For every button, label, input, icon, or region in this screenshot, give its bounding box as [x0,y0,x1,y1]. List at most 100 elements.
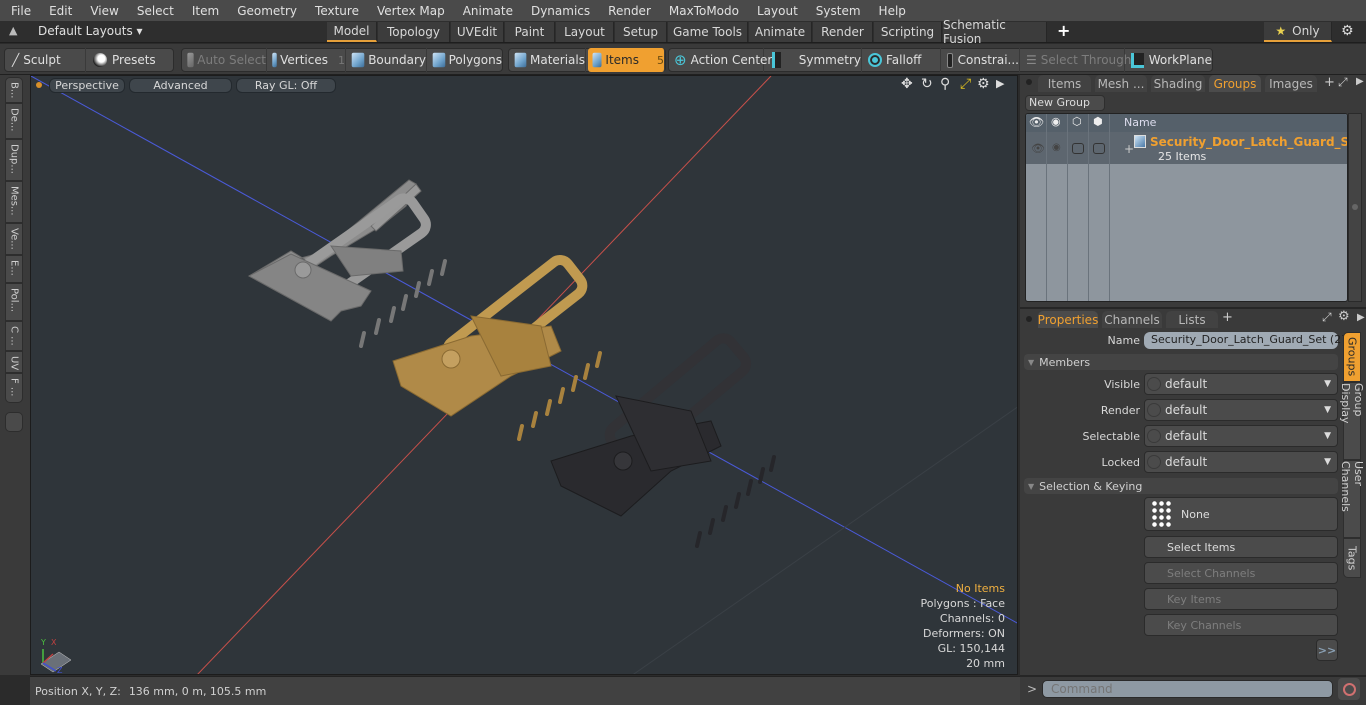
select-through-button[interactable]: ☰ Select Through [1022,48,1131,72]
render-camera-icon[interactable]: ◉ [1051,115,1061,128]
pan-icon[interactable]: ✥ [901,76,913,92]
tab-model[interactable]: Model [327,22,377,42]
none-preset-button[interactable]: None [1144,497,1338,531]
workplane-button[interactable]: WorkPlane [1126,48,1212,72]
side-tab-tags[interactable]: Tags [1343,538,1361,578]
select-cube-icon[interactable]: ⬡ [1072,115,1082,128]
menu-edit[interactable]: Edit [38,4,79,18]
left-tab-uv[interactable]: UV [5,351,23,373]
row-eye-icon[interactable]: 👁 [1031,142,1045,155]
menu-view[interactable]: View [79,4,125,18]
select-channels-button[interactable]: Select Channels [1144,562,1338,584]
tab-paint[interactable]: Paint [505,22,555,42]
add-panel-tab-icon[interactable]: + [1324,75,1335,90]
tab-lists[interactable]: Lists [1166,311,1218,328]
viewport-menu-dot-icon[interactable] [36,82,42,88]
auto-select-button[interactable]: Auto Select [183,48,267,72]
viewport-gear-icon[interactable]: ⚙ [977,76,990,92]
menu-texture[interactable]: Texture [304,4,366,18]
menu-render[interactable]: Render [597,4,658,18]
selectable-dropdown[interactable]: default ▼ [1144,425,1338,447]
sculpt-button[interactable]: ╱ Sculpt [6,48,86,72]
row-lock-toggle[interactable] [1093,143,1105,154]
left-tab-vertex[interactable]: Ve... [5,223,23,255]
view-mode-button[interactable]: Perspective [49,78,125,93]
shading-mode-button[interactable]: Advanced [129,78,232,93]
side-tab-group-display[interactable]: Group Display [1339,382,1365,460]
command-input[interactable] [1042,680,1333,698]
add-properties-tab-icon[interactable]: + [1222,310,1233,325]
menu-geometry[interactable]: Geometry [226,4,304,18]
left-tab-polygon[interactable]: Pol... [5,283,23,321]
selection-keying-section[interactable]: ▼ Selection & Keying [1024,478,1338,494]
polygons-button[interactable]: Polygons [428,48,502,72]
lock-cube-icon[interactable]: ⬢ [1093,115,1103,128]
tab-groups[interactable]: Groups [1209,75,1261,92]
only-toggle[interactable]: ★ Only [1264,22,1332,42]
visible-dropdown[interactable]: default ▼ [1144,373,1338,395]
tab-schematic-fusion[interactable]: Schematic Fusion [943,18,1047,46]
groups-list-scrollbar[interactable] [1348,113,1362,302]
new-group-button[interactable]: New Group [1025,95,1105,111]
tab-mesh[interactable]: Mesh ... [1095,75,1147,92]
tab-layout[interactable]: Layout [556,22,614,42]
add-tab-button[interactable]: + [1057,21,1070,40]
group-name[interactable]: Security_Door_Latch_Guard_Se... [1150,135,1347,149]
tab-channels[interactable]: Channels [1102,311,1162,328]
menu-layout[interactable]: Layout [746,4,805,18]
left-tab-mesh-edit[interactable]: Mes... [5,181,23,223]
items-button[interactable]: Items 5 [588,48,665,72]
properties-gear-icon[interactable]: ⚙ [1338,309,1350,324]
menu-animate[interactable]: Animate [452,4,520,18]
properties-menu-icon[interactable] [1026,316,1032,322]
3d-viewport[interactable]: Y X Z Perspective Advanced Ray GL: Off ✥… [30,75,1018,675]
materials-button[interactable]: Materials [510,48,586,72]
left-tab-duplicate[interactable]: Dup... [5,139,23,181]
row-select-toggle[interactable] [1072,143,1084,154]
menu-help[interactable]: Help [868,4,913,18]
presets-button[interactable]: Presets [88,48,172,72]
symmetry-button[interactable]: Symmetry [766,48,862,72]
left-tab-basic[interactable]: B... [5,77,23,103]
more-button[interactable]: >> [1316,639,1338,661]
panel-more-arrow-icon[interactable]: ▶ [1356,76,1364,87]
menu-select[interactable]: Select [126,4,181,18]
groups-panel-menu-icon[interactable] [1026,79,1032,85]
key-items-button[interactable]: Key Items [1144,588,1338,610]
properties-more-arrow-icon[interactable]: ▶ [1357,312,1365,323]
tab-shading[interactable]: Shading [1151,75,1205,92]
tab-images[interactable]: Images [1265,75,1317,92]
menu-maxtomodo[interactable]: MaxToModo [658,4,746,18]
record-macro-button[interactable] [1338,678,1360,700]
tab-properties[interactable]: Properties [1038,311,1098,328]
zoom-icon[interactable]: ⚲ [940,76,950,92]
name-field[interactable]: Security_Door_Latch_Guard_Set (27) [1144,332,1353,349]
default-layouts-dropdown[interactable]: Default Layouts ▾ [38,24,143,38]
vertices-button[interactable]: Vertices 1 [268,48,346,72]
tab-game-tools[interactable]: Game Tools [668,22,748,42]
tab-scripting[interactable]: Scripting [874,22,942,42]
menu-file[interactable]: File [0,4,38,18]
action-center-button[interactable]: ⊕ Action Center [670,48,772,72]
visibility-eye-icon[interactable]: 👁 [1029,115,1044,129]
locked-dropdown[interactable]: default ▼ [1144,451,1338,473]
left-tab-extra[interactable] [5,412,23,432]
key-channels-button[interactable]: Key Channels [1144,614,1338,636]
maximize-icon[interactable]: ⤢ [960,76,971,92]
side-tab-user-channels[interactable]: User Channels [1339,460,1365,538]
menu-dynamics[interactable]: Dynamics [520,4,597,18]
left-tab-deform[interactable]: De... [5,103,23,139]
left-tab-fusion[interactable]: F ... [5,373,23,403]
tab-items[interactable]: Items [1038,75,1091,92]
rotate-icon[interactable]: ↻ [921,76,933,92]
layout-up-arrow-icon[interactable]: ▲ [9,24,17,37]
tab-render[interactable]: Render [813,22,873,42]
tab-setup[interactable]: Setup [615,22,667,42]
viewport-more-arrow-icon[interactable]: ▶ [996,77,1004,90]
row-camera-icon[interactable]: ◉ [1052,142,1061,153]
constraints-button[interactable]: Constrai... [942,48,1020,72]
gear-icon[interactable]: ⚙ [1341,23,1354,39]
select-items-button[interactable]: Select Items [1144,536,1338,558]
menu-vertex-map[interactable]: Vertex Map [366,4,452,18]
left-tab-edge[interactable]: E... [5,255,23,283]
